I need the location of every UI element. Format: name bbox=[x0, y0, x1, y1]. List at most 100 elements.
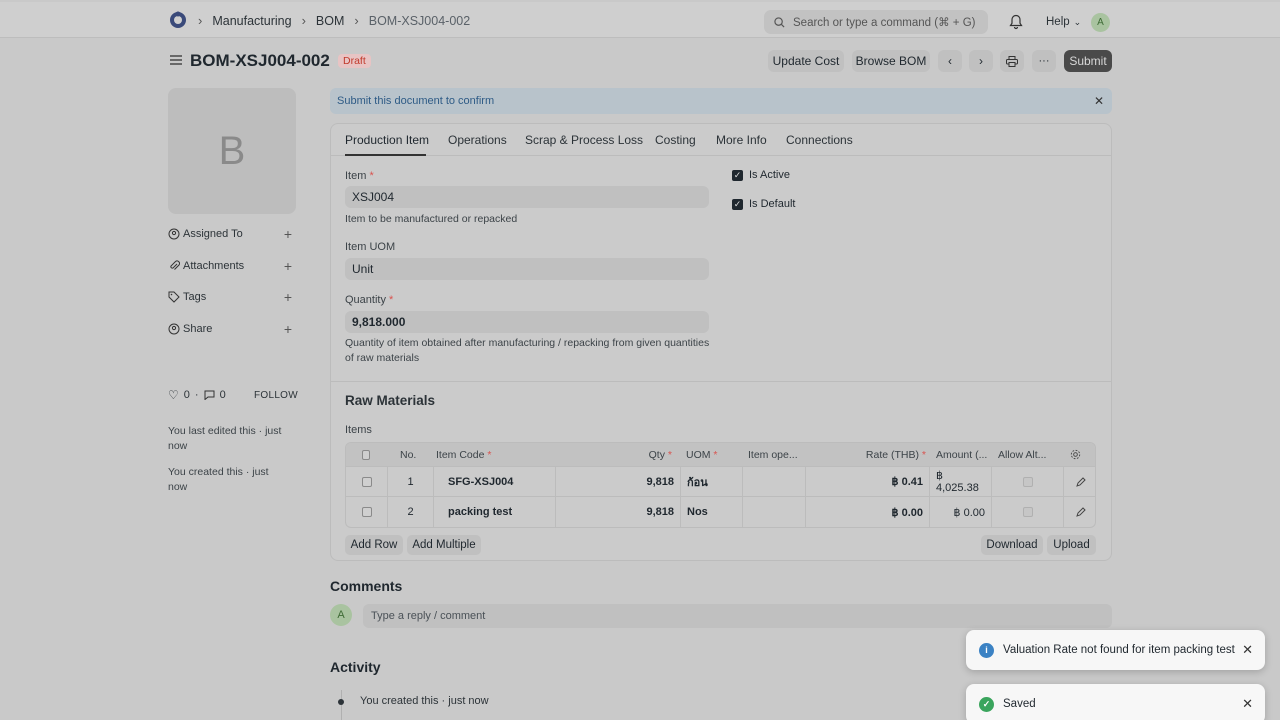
section-divider bbox=[331, 381, 1111, 382]
app-logo-icon[interactable] bbox=[168, 9, 188, 31]
download-button[interactable]: Download bbox=[981, 535, 1043, 555]
close-icon[interactable]: ✕ bbox=[1242, 696, 1253, 712]
update-cost-button[interactable]: Update Cost bbox=[768, 50, 844, 72]
more-actions-button[interactable]: ··· bbox=[1032, 50, 1056, 72]
breadcrumb-current[interactable]: BOM-XSJ004-002 bbox=[369, 14, 470, 28]
col-item-operation: Item ope... bbox=[748, 448, 798, 461]
activity-dot bbox=[338, 699, 344, 705]
col-amount: Amount (... bbox=[936, 448, 988, 461]
sidebar-item-label: Share bbox=[183, 323, 213, 335]
quantity-field[interactable]: 9,818.000 bbox=[345, 311, 709, 333]
comment-input[interactable]: Type a reply / comment bbox=[363, 604, 1112, 628]
sidebar-item-attachments[interactable]: Attachments + bbox=[168, 258, 292, 274]
is-active-checkbox[interactable]: ✓ Is Active bbox=[732, 169, 790, 181]
toast-message: Saved bbox=[1003, 698, 1036, 710]
top-navbar: › Manufacturing › BOM › BOM-XSJ004-002 S… bbox=[0, 2, 1280, 38]
item-field[interactable]: XSJ004 bbox=[345, 186, 709, 208]
tab-costing[interactable]: Costing bbox=[655, 133, 696, 147]
status-badge: Draft bbox=[338, 54, 371, 68]
row-item-code[interactable]: packing test bbox=[434, 497, 556, 527]
tab-connections[interactable]: Connections bbox=[786, 133, 853, 147]
sidebar-item-share[interactable]: Share + bbox=[168, 321, 292, 337]
allow-alternative-checkbox[interactable] bbox=[1022, 507, 1033, 517]
add-multiple-button[interactable]: Add Multiple bbox=[407, 535, 481, 555]
like-count: 0 bbox=[183, 389, 190, 401]
tab-scrap-process-loss[interactable]: Scrap & Process Loss bbox=[525, 133, 643, 147]
row-checkbox[interactable] bbox=[361, 507, 372, 517]
grid-settings-icon[interactable] bbox=[1064, 443, 1088, 466]
row-qty[interactable]: 9,818 bbox=[621, 497, 681, 527]
created-note: You created this · just now bbox=[168, 466, 269, 493]
sidebar-toggle-icon[interactable] bbox=[170, 54, 182, 66]
edit-row-icon[interactable] bbox=[1064, 467, 1095, 496]
row-uom[interactable]: Nos bbox=[681, 497, 743, 527]
row-item-operation[interactable] bbox=[743, 497, 806, 527]
comment-avatar: A bbox=[330, 604, 352, 626]
tab-more-info[interactable]: More Info bbox=[716, 133, 767, 147]
item-label: Item * bbox=[345, 170, 374, 182]
tab-operations[interactable]: Operations bbox=[448, 133, 507, 147]
page-header: BOM-XSJ004-002 Draft Update Cost Browse … bbox=[168, 48, 1112, 74]
close-icon[interactable]: ✕ bbox=[1242, 642, 1253, 658]
select-all-checkbox[interactable] bbox=[362, 449, 370, 460]
item-uom-field[interactable]: Unit bbox=[345, 258, 709, 280]
activity-title: Activity bbox=[330, 659, 381, 675]
info-toast: i Valuation Rate not found for item pack… bbox=[966, 630, 1265, 670]
plus-icon[interactable]: + bbox=[284, 289, 292, 305]
row-amount: ฿ 4,025.38 bbox=[930, 467, 992, 496]
last-edited-note: You last edited this · just now bbox=[168, 425, 282, 452]
edit-row-icon[interactable] bbox=[1064, 497, 1095, 527]
table-row[interactable]: 2 packing test 9,818 Nos ฿ 0.00 ฿ 0.00 bbox=[346, 497, 1095, 527]
sidebar-item-assigned-to[interactable]: Assigned To + bbox=[168, 226, 292, 242]
breadcrumb: › Manufacturing › BOM › BOM-XSJ004-002 bbox=[198, 13, 470, 28]
row-rate[interactable]: ฿ 0.00 bbox=[806, 497, 930, 527]
quantity-label: Quantity * bbox=[345, 294, 394, 306]
activity-entry: You created this · just now bbox=[360, 695, 489, 707]
plus-icon[interactable]: + bbox=[284, 226, 292, 242]
toast-message: Valuation Rate not found for item packin… bbox=[1003, 644, 1235, 656]
chevron-right-icon: › bbox=[198, 13, 203, 28]
sidebar-item-label: Tags bbox=[183, 291, 207, 303]
bell-icon[interactable] bbox=[1009, 14, 1023, 30]
row-qty[interactable]: 9,818 bbox=[621, 467, 681, 496]
breadcrumb-manufacturing[interactable]: Manufacturing bbox=[212, 14, 291, 28]
table-row[interactable]: 1 SFG-XSJ004 9,818 ก้อน ฿ 0.41 ฿ 4,025.3… bbox=[346, 467, 1095, 497]
form-sidebar: B Assigned To + Attachments + Tags + Sha… bbox=[168, 88, 300, 493]
items-label: Items bbox=[345, 424, 372, 436]
plus-icon[interactable]: + bbox=[284, 258, 292, 274]
heart-icon[interactable]: ♡ bbox=[168, 388, 179, 402]
chevron-down-icon: ⌄ bbox=[1073, 16, 1082, 27]
print-button[interactable] bbox=[1000, 50, 1024, 72]
add-row-button[interactable]: Add Row bbox=[345, 535, 403, 555]
breadcrumb-bom[interactable]: BOM bbox=[316, 14, 344, 28]
comment-icon[interactable] bbox=[204, 390, 215, 400]
allow-alternative-checkbox[interactable] bbox=[1022, 476, 1033, 487]
close-icon[interactable]: ✕ bbox=[1094, 94, 1104, 108]
page-title: BOM-XSJ004-002 bbox=[190, 51, 330, 70]
submit-alert: Submit this document to confirm ✕ bbox=[330, 88, 1112, 114]
sidebar-item-tags[interactable]: Tags + bbox=[168, 289, 292, 305]
submit-button[interactable]: Submit bbox=[1064, 50, 1112, 72]
user-avatar[interactable]: A bbox=[1091, 13, 1110, 32]
is-default-checkbox[interactable]: ✓ Is Default bbox=[732, 198, 795, 210]
plus-icon[interactable]: + bbox=[284, 321, 292, 337]
row-checkbox[interactable] bbox=[361, 476, 372, 487]
col-allow-alternative: Allow Alt... bbox=[998, 448, 1047, 461]
browse-bom-button[interactable]: Browse BOM bbox=[852, 50, 930, 72]
search-input[interactable]: Search or type a command (⌘ + G) bbox=[764, 10, 988, 34]
help-dropdown[interactable]: Help ⌄ bbox=[1046, 16, 1081, 28]
col-rate: Rate (THB) * bbox=[865, 448, 926, 461]
row-uom[interactable]: ก้อน bbox=[681, 467, 743, 496]
follow-button[interactable]: FOLLOW bbox=[254, 390, 298, 401]
user-plus-icon bbox=[168, 228, 180, 240]
form-tabs: Production Item Operations Scrap & Proce… bbox=[331, 124, 1111, 156]
upload-button[interactable]: Upload bbox=[1047, 535, 1096, 555]
row-item-operation[interactable] bbox=[743, 467, 806, 496]
next-doc-button[interactable]: › bbox=[969, 50, 993, 72]
previous-doc-button[interactable]: ‹ bbox=[938, 50, 962, 72]
row-no: 2 bbox=[388, 497, 434, 527]
row-rate[interactable]: ฿ 0.41 bbox=[806, 467, 930, 496]
chevron-right-icon: › bbox=[354, 13, 359, 28]
row-item-code[interactable]: SFG-XSJ004 bbox=[434, 467, 556, 496]
tab-production-item[interactable]: Production Item bbox=[345, 133, 429, 147]
